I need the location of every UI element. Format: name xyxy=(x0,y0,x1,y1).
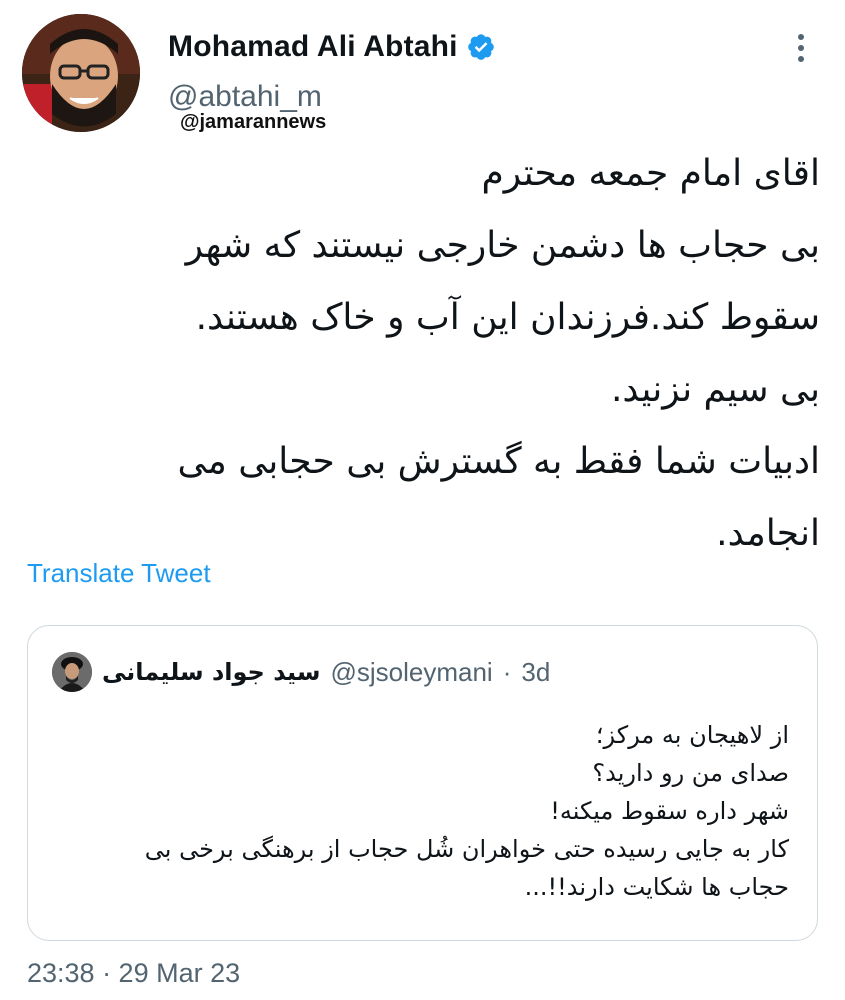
tweet-timestamp[interactable]: 23:38 · 29 Mar 23 xyxy=(27,958,240,989)
author-handle[interactable]: @abtahi_m xyxy=(168,80,322,114)
quoted-tweet-time[interactable]: 3d xyxy=(521,657,550,688)
tweet-line: ادبیات شما فقط به گسترش بی حجابی می xyxy=(177,441,820,482)
tweet-text: اقای امام جمعه محترم بی حجاب ها دشمن خار… xyxy=(40,138,820,570)
quoted-tweet-header: سید جواد سلیمانی @sjsoleymani · 3d xyxy=(52,652,550,692)
tweet-line: بی سیم نزنید. xyxy=(610,369,820,410)
tweet-line: اقای امام جمعه محترم xyxy=(481,153,820,194)
quoted-author-handle[interactable]: @sjsoleymani xyxy=(330,657,492,688)
quoted-tweet-text: از لاهیجان به مرکز؛ صدای من رو دارید؟ شه… xyxy=(49,716,789,906)
watermark-text: @jamarannews xyxy=(180,111,327,133)
separator-dot: · xyxy=(502,656,512,687)
quoted-author-name[interactable]: سید جواد سلیمانی xyxy=(102,658,320,686)
author-name-text: Mohamad Ali Abtahi xyxy=(168,30,458,63)
tweet-line: بی حجاب ها دشمن خارجی نیستند که شهر xyxy=(185,225,820,266)
quoted-line: صدای من رو دارید؟ xyxy=(592,759,789,787)
tweet-line: سقوط کند.فرزندان این آب و خاک هستند. xyxy=(195,297,820,338)
quoted-author-avatar[interactable] xyxy=(52,652,92,692)
quoted-line: از لاهیجان به مرکز؛ xyxy=(595,721,789,749)
quoted-tweet-card[interactable]: سید جواد سلیمانی @sjsoleymani · 3d از لا… xyxy=(27,625,818,941)
verified-badge-icon xyxy=(467,34,494,60)
quoted-line: شهر داره سقوط میکنه! xyxy=(550,797,789,825)
translate-tweet-link[interactable]: Translate Tweet xyxy=(27,558,211,589)
more-options-icon[interactable] xyxy=(786,30,816,66)
author-display-name[interactable]: Mohamad Ali Abtahi xyxy=(168,30,496,64)
quoted-line: حجاب ها شکایت دارند!!... xyxy=(524,873,789,901)
quoted-line: کار به جایی رسیده حتی خواهران شُل حجاب ا… xyxy=(144,835,789,863)
author-avatar[interactable] xyxy=(22,14,140,132)
